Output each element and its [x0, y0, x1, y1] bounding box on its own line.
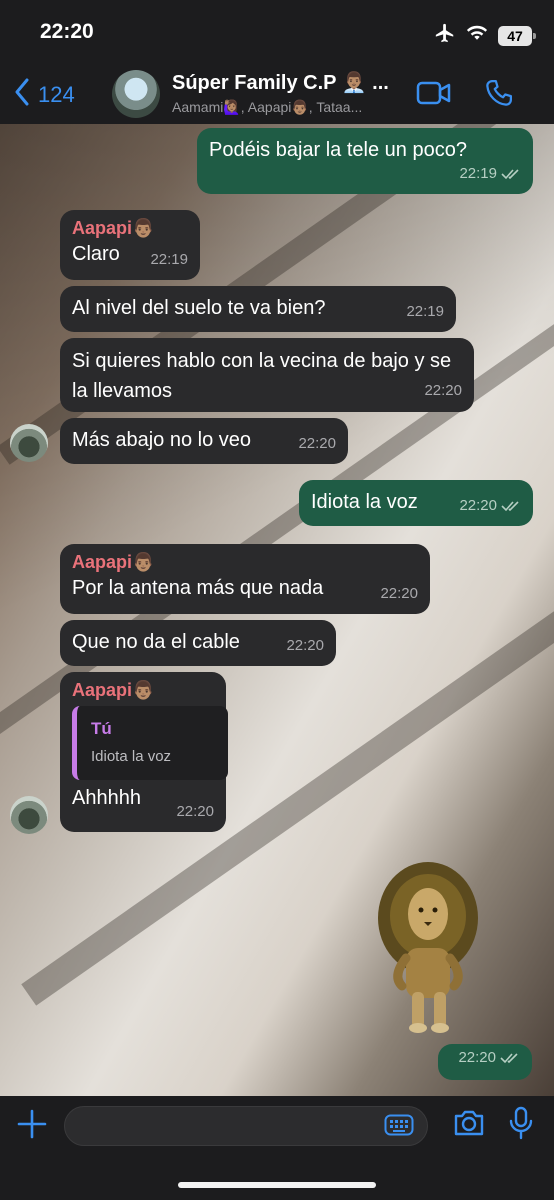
message-time: 22:20: [424, 382, 462, 399]
status-time: 22:20: [40, 20, 94, 43]
message-time: 22:20: [380, 585, 418, 602]
camera-icon: [452, 1110, 486, 1142]
message-time: 22:19: [406, 303, 444, 320]
plus-icon: [16, 1109, 48, 1144]
sender-name[interactable]: Aapapi👨🏽: [72, 678, 214, 702]
quoted-message[interactable]: Tú Idiota la voz: [72, 706, 228, 780]
message-bubble[interactable]: Aapapi👨🏽 Por la antena más que nada 22:2…: [60, 544, 430, 614]
quote-author: Tú: [91, 719, 112, 738]
message-input[interactable]: [64, 1106, 428, 1146]
message-time: 22:20: [286, 637, 324, 654]
message-text: Al nivel del suelo te va bien?: [72, 297, 326, 319]
battery-icon: 47: [498, 25, 536, 46]
chat-messages[interactable]: Podéis bajar la tele un poco? 22:19 Aapa…: [0, 124, 554, 1096]
message-time: 22:19: [459, 159, 521, 188]
status-bar: 22:20 47: [0, 0, 554, 64]
message-text: Si quieres hablo con la vecina de bajo y…: [72, 350, 452, 402]
sender-name[interactable]: Aapapi👨🏽: [72, 216, 188, 240]
message-time: 22:20: [298, 435, 336, 452]
double-check-icon: [501, 500, 519, 511]
video-call-icon: [416, 81, 452, 110]
message-bubble[interactable]: Si quieres hablo con la vecina de bajo y…: [60, 338, 474, 412]
keyboard-icon: [384, 1114, 414, 1140]
double-check-icon: [500, 1052, 518, 1063]
message-bubble[interactable]: Al nivel del suelo te va bien? 22:19: [60, 286, 456, 332]
sender-name[interactable]: Aapapi👨🏽: [72, 550, 418, 574]
voice-note-button[interactable]: [508, 1106, 534, 1145]
group-info[interactable]: Súper Family C.P 👨🏽‍💼 ... Aamami🙋🏽‍♀️, A…: [172, 70, 404, 116]
message-bubble[interactable]: Más abajo no lo veo 22:20: [60, 418, 348, 464]
message-bubble[interactable]: Aapapi👨🏽 Tú Idiota la voz Ahhhhh 22:20: [60, 672, 228, 832]
status-icons: 47: [434, 22, 536, 49]
chat-header: 124 Súper Family C.P 👨🏽‍💼 ... Aamami🙋🏽‍♀…: [0, 64, 554, 124]
chevron-left-icon: [14, 78, 30, 111]
camera-button[interactable]: [452, 1108, 486, 1143]
message-text: Por la antena más que nada: [72, 577, 324, 599]
contact-avatar[interactable]: [10, 796, 48, 834]
wifi-icon: [466, 24, 488, 47]
video-call-button[interactable]: [416, 80, 452, 111]
airplane-icon: [434, 22, 456, 49]
chat-members: Aamami🙋🏽‍♀️, Aapapi👨🏽, Tataa...: [172, 99, 363, 115]
quote-text: Idiota la voz: [91, 748, 172, 765]
voice-call-button[interactable]: [484, 78, 514, 113]
unread-count: 124: [38, 81, 75, 107]
message-bubble[interactable]: Aapapi👨🏽 Claro 22:19: [60, 210, 200, 280]
attach-button[interactable]: [16, 1108, 48, 1145]
group-avatar[interactable]: [112, 70, 160, 118]
phone-icon: [484, 80, 514, 112]
home-indicator[interactable]: [178, 1182, 376, 1188]
message-bubble[interactable]: Que no da el cable 22:20: [60, 620, 336, 666]
chat-title: Súper Family C.P 👨🏽‍💼 ...: [172, 72, 389, 94]
double-check-icon: [501, 168, 519, 179]
message-text: Más abajo no lo veo: [72, 429, 252, 451]
microphone-icon: [508, 1106, 534, 1144]
sticker-timestamp: 22:20: [438, 1044, 532, 1080]
back-button[interactable]: 124: [14, 78, 75, 111]
contact-avatar[interactable]: [10, 424, 48, 462]
message-time: 22:20: [459, 491, 521, 520]
message-bubble[interactable]: Podéis bajar la tele un poco? 22:19: [197, 128, 533, 194]
lion-sticker[interactable]: [372, 858, 482, 1034]
message-bubble[interactable]: Idiota la voz 22:20: [299, 480, 533, 526]
message-time: 22:19: [150, 251, 188, 268]
message-time: 22:20: [176, 803, 214, 820]
message-time: 22:20: [458, 1043, 520, 1072]
sticker-keyboard-button[interactable]: [384, 1114, 414, 1141]
